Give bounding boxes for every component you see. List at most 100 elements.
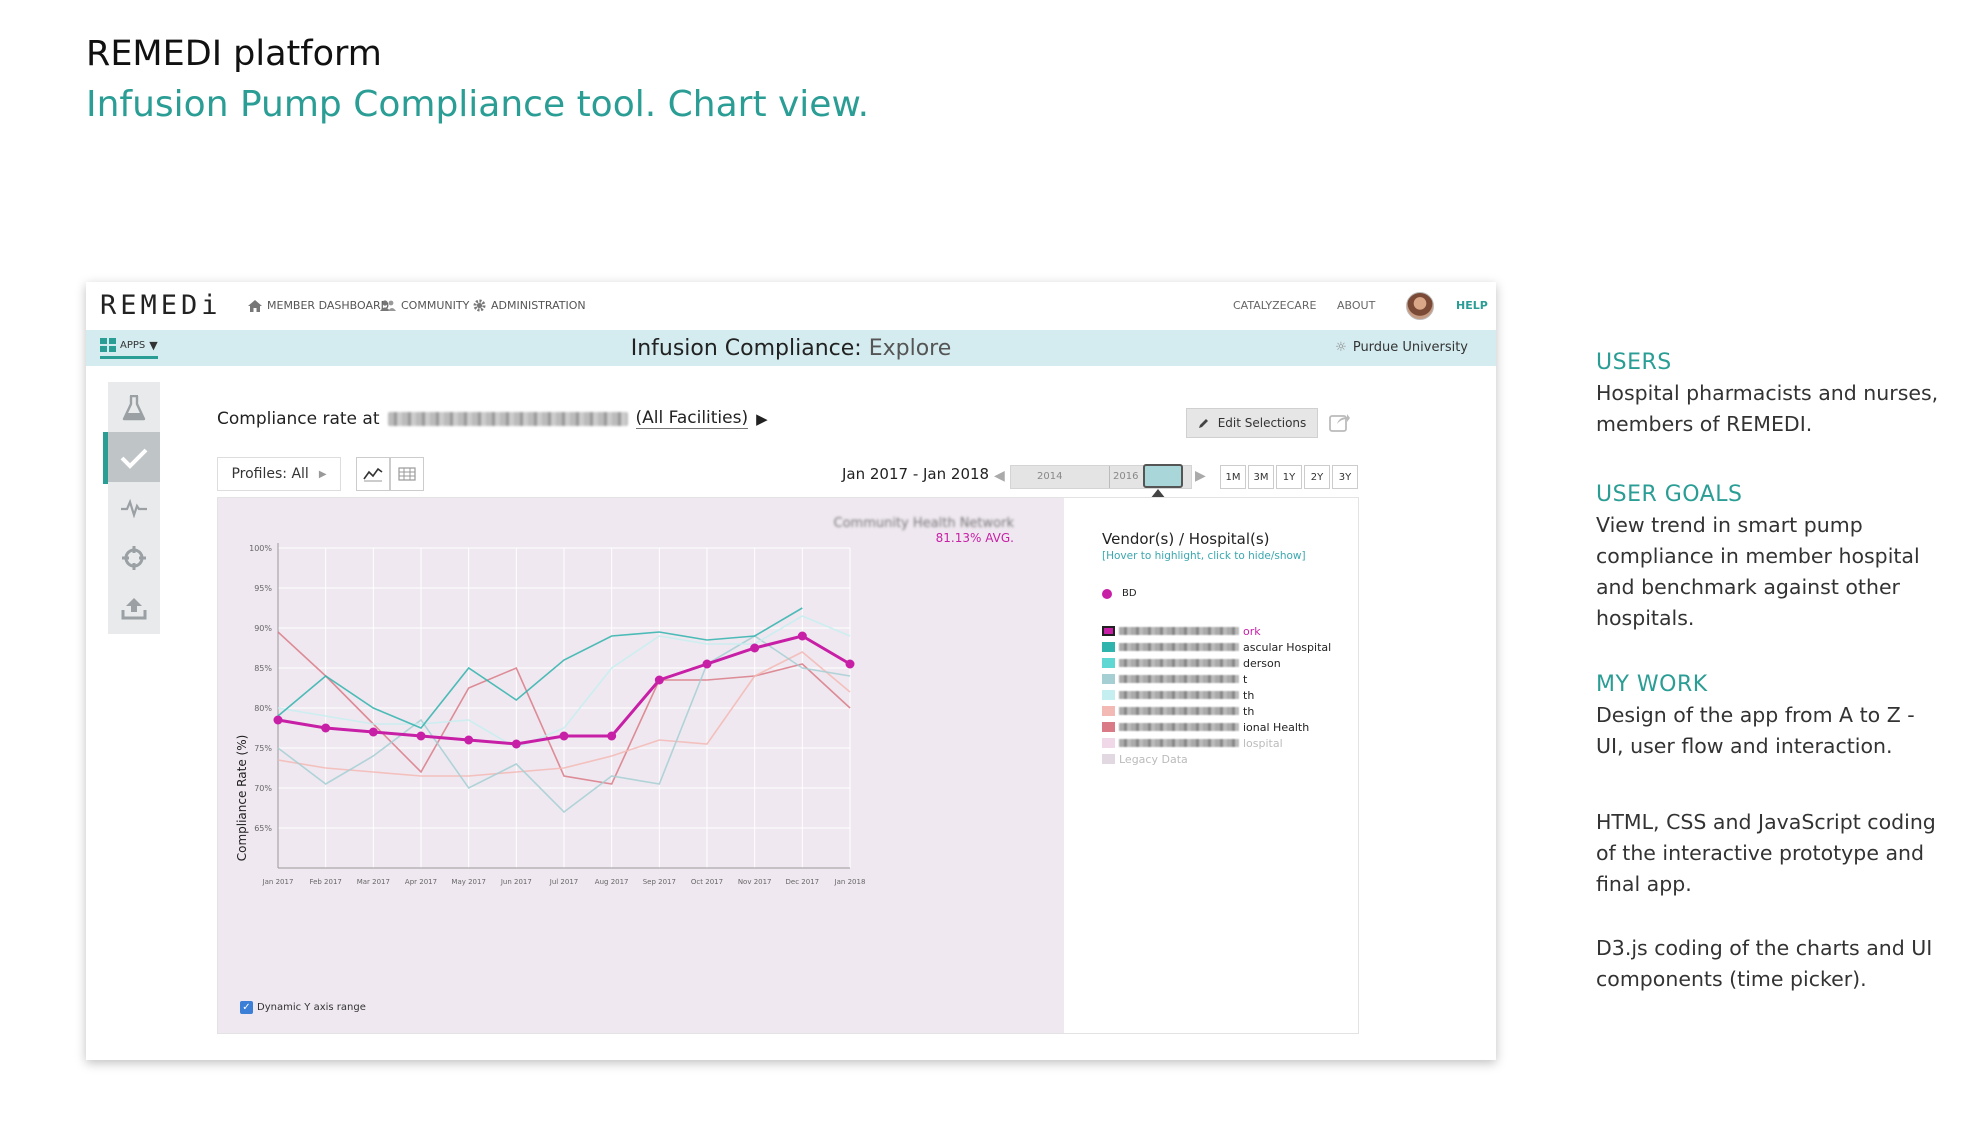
nav-about[interactable]: ABOUT: [1337, 299, 1375, 312]
share-icon: [1329, 414, 1350, 432]
timeline-label-2014: 2014: [1037, 471, 1063, 482]
legend-row-label: lospital: [1243, 736, 1283, 750]
edit-selections-button[interactable]: Edit Selections: [1186, 408, 1318, 438]
side-compliance-button[interactable]: [103, 432, 160, 484]
legend-vendor-bd[interactable]: BD: [1102, 588, 1342, 599]
chevron-right-icon: ▶: [318, 468, 327, 480]
legend-row[interactable]: lospital: [1102, 735, 1342, 751]
legend-row-label: Legacy Data: [1119, 752, 1188, 766]
home-icon: [248, 299, 262, 312]
aside-users: USERS Hospital pharmacists and nurses, m…: [1596, 350, 1946, 440]
time-picker-handle[interactable]: [1143, 464, 1183, 488]
share-button[interactable]: [1326, 408, 1354, 436]
legend-row-label: th: [1243, 704, 1255, 718]
range-3m-button[interactable]: 3M: [1248, 465, 1274, 489]
range-1y-button[interactable]: 1Y: [1276, 465, 1302, 489]
data-point: [702, 659, 712, 669]
app-screenshot: REMEDi MEMBER DASHBOARD COMMUNITY ADMINI…: [86, 282, 1496, 1060]
legend-hint: [Hover to highlight, click to hide/show]: [1102, 550, 1306, 562]
redacted-network-label: Community Health Network: [834, 516, 1015, 531]
data-point: [607, 731, 617, 741]
upload-icon: [121, 598, 147, 620]
my-work-heading: MY WORK: [1596, 672, 1708, 697]
legend-row[interactable]: ional Health: [1102, 719, 1342, 735]
side-target-button[interactable]: [108, 532, 160, 584]
y-tick-label: 70%: [254, 784, 272, 793]
edit-selections-label: Edit Selections: [1217, 416, 1307, 430]
side-upload-button[interactable]: [108, 582, 160, 634]
x-tick-label: Dec 2017: [786, 878, 820, 886]
legend-row[interactable]: ascular Hospital: [1102, 639, 1342, 655]
vendor-dot-icon: [1102, 588, 1112, 599]
legend-row[interactable]: Legacy Data: [1102, 751, 1342, 767]
data-point: [654, 675, 664, 685]
nav-member-dashboard[interactable]: MEMBER DASHBOARD: [248, 299, 389, 312]
legend-swatch: [1102, 658, 1115, 668]
x-tick-label: Mar 2017: [357, 878, 390, 886]
nav-help[interactable]: HELP: [1456, 299, 1488, 312]
compliance-label-text: Compliance rate at: [217, 408, 380, 429]
my-work-body-1: Design of the app from A to Z - UI, user…: [1596, 703, 1915, 758]
range-3y-button[interactable]: 3Y: [1332, 465, 1358, 489]
side-lab-button[interactable]: [108, 382, 160, 434]
redacted-network-name: [387, 411, 628, 426]
legend-row[interactable]: ork: [1102, 623, 1342, 639]
timeline-label-2016: 2016: [1113, 471, 1139, 482]
dynamic-y-label: Dynamic Y axis range: [257, 1002, 366, 1013]
x-tick-label: Oct 2017: [691, 878, 723, 886]
my-work-body-3: D3.js coding of the charts and UI compon…: [1596, 936, 1933, 991]
table-icon: [398, 467, 416, 481]
legend-row-label: ascular Hospital: [1243, 640, 1332, 654]
legend-swatch: [1102, 738, 1115, 748]
compliance-scope[interactable]: (All Facilities): [635, 408, 749, 429]
legend-row[interactable]: th: [1102, 703, 1342, 719]
user-avatar[interactable]: [1406, 292, 1434, 320]
x-tick-label: Jul 2017: [549, 878, 579, 886]
legend-swatch: [1102, 642, 1115, 652]
page-title: Infusion Compliance: Explore: [86, 336, 1496, 361]
range-2y-button[interactable]: 2Y: [1304, 465, 1330, 489]
data-point: [559, 731, 569, 741]
legend-row[interactable]: t: [1102, 671, 1342, 687]
time-picker[interactable]: 2014 2016: [1010, 464, 1192, 489]
dynamic-y-toggle[interactable]: ✓ Dynamic Y axis range: [240, 1001, 366, 1014]
legend-row[interactable]: th: [1102, 687, 1342, 703]
range-1m-button[interactable]: 1M: [1220, 465, 1246, 489]
data-point: [368, 727, 378, 737]
legend-row[interactable]: derson: [1102, 655, 1342, 671]
play-arrow-icon[interactable]: ▶: [756, 410, 768, 428]
nav-catalyzecare[interactable]: CATALYZECARE: [1233, 299, 1316, 312]
gear-icon: [473, 299, 486, 312]
users-body: Hospital pharmacists and nurses, members…: [1596, 381, 1939, 436]
users-heading: USERS: [1596, 350, 1672, 375]
table-view-button[interactable]: [390, 457, 424, 491]
data-point: [511, 739, 521, 749]
y-tick-label: 80%: [254, 704, 272, 713]
redacted-hospital-name: [1119, 723, 1239, 731]
x-tick-label: May 2017: [451, 878, 486, 886]
slide-title: REMEDI platform: [86, 34, 382, 74]
nav-community-label: COMMUNITY: [401, 299, 470, 312]
line-chart-view-button[interactable]: [356, 457, 390, 491]
timeline-next-icon[interactable]: ▶: [1195, 468, 1206, 484]
profiles-label: Profiles: All: [231, 466, 309, 482]
legend-swatch: [1102, 754, 1115, 764]
checkbox-checked-icon[interactable]: ✓: [240, 1001, 253, 1014]
timeline-divider: [1109, 466, 1110, 488]
nav-community[interactable]: COMMUNITY: [380, 299, 469, 312]
x-tick-label: Jun 2017: [500, 878, 532, 886]
timeline-prev-icon[interactable]: ◀: [994, 468, 1005, 484]
side-activity-button[interactable]: [108, 482, 160, 534]
data-point: [797, 631, 807, 641]
remedi-logo[interactable]: REMEDi: [100, 290, 222, 321]
data-point: [464, 735, 474, 745]
redacted-hospital-name: [1119, 643, 1239, 651]
nav-administration[interactable]: ADMINISTRATION: [473, 299, 586, 312]
user-goals-body: View trend in smart pump compliance in m…: [1596, 513, 1920, 630]
legend-row-label: ional Health: [1243, 720, 1310, 734]
organization[interactable]: ☼ Purdue University: [1335, 340, 1468, 355]
legend-swatch: [1102, 690, 1115, 700]
profiles-dropdown[interactable]: Profiles: All ▶: [217, 457, 341, 491]
y-tick-label: 90%: [254, 624, 272, 633]
data-point: [273, 715, 283, 725]
